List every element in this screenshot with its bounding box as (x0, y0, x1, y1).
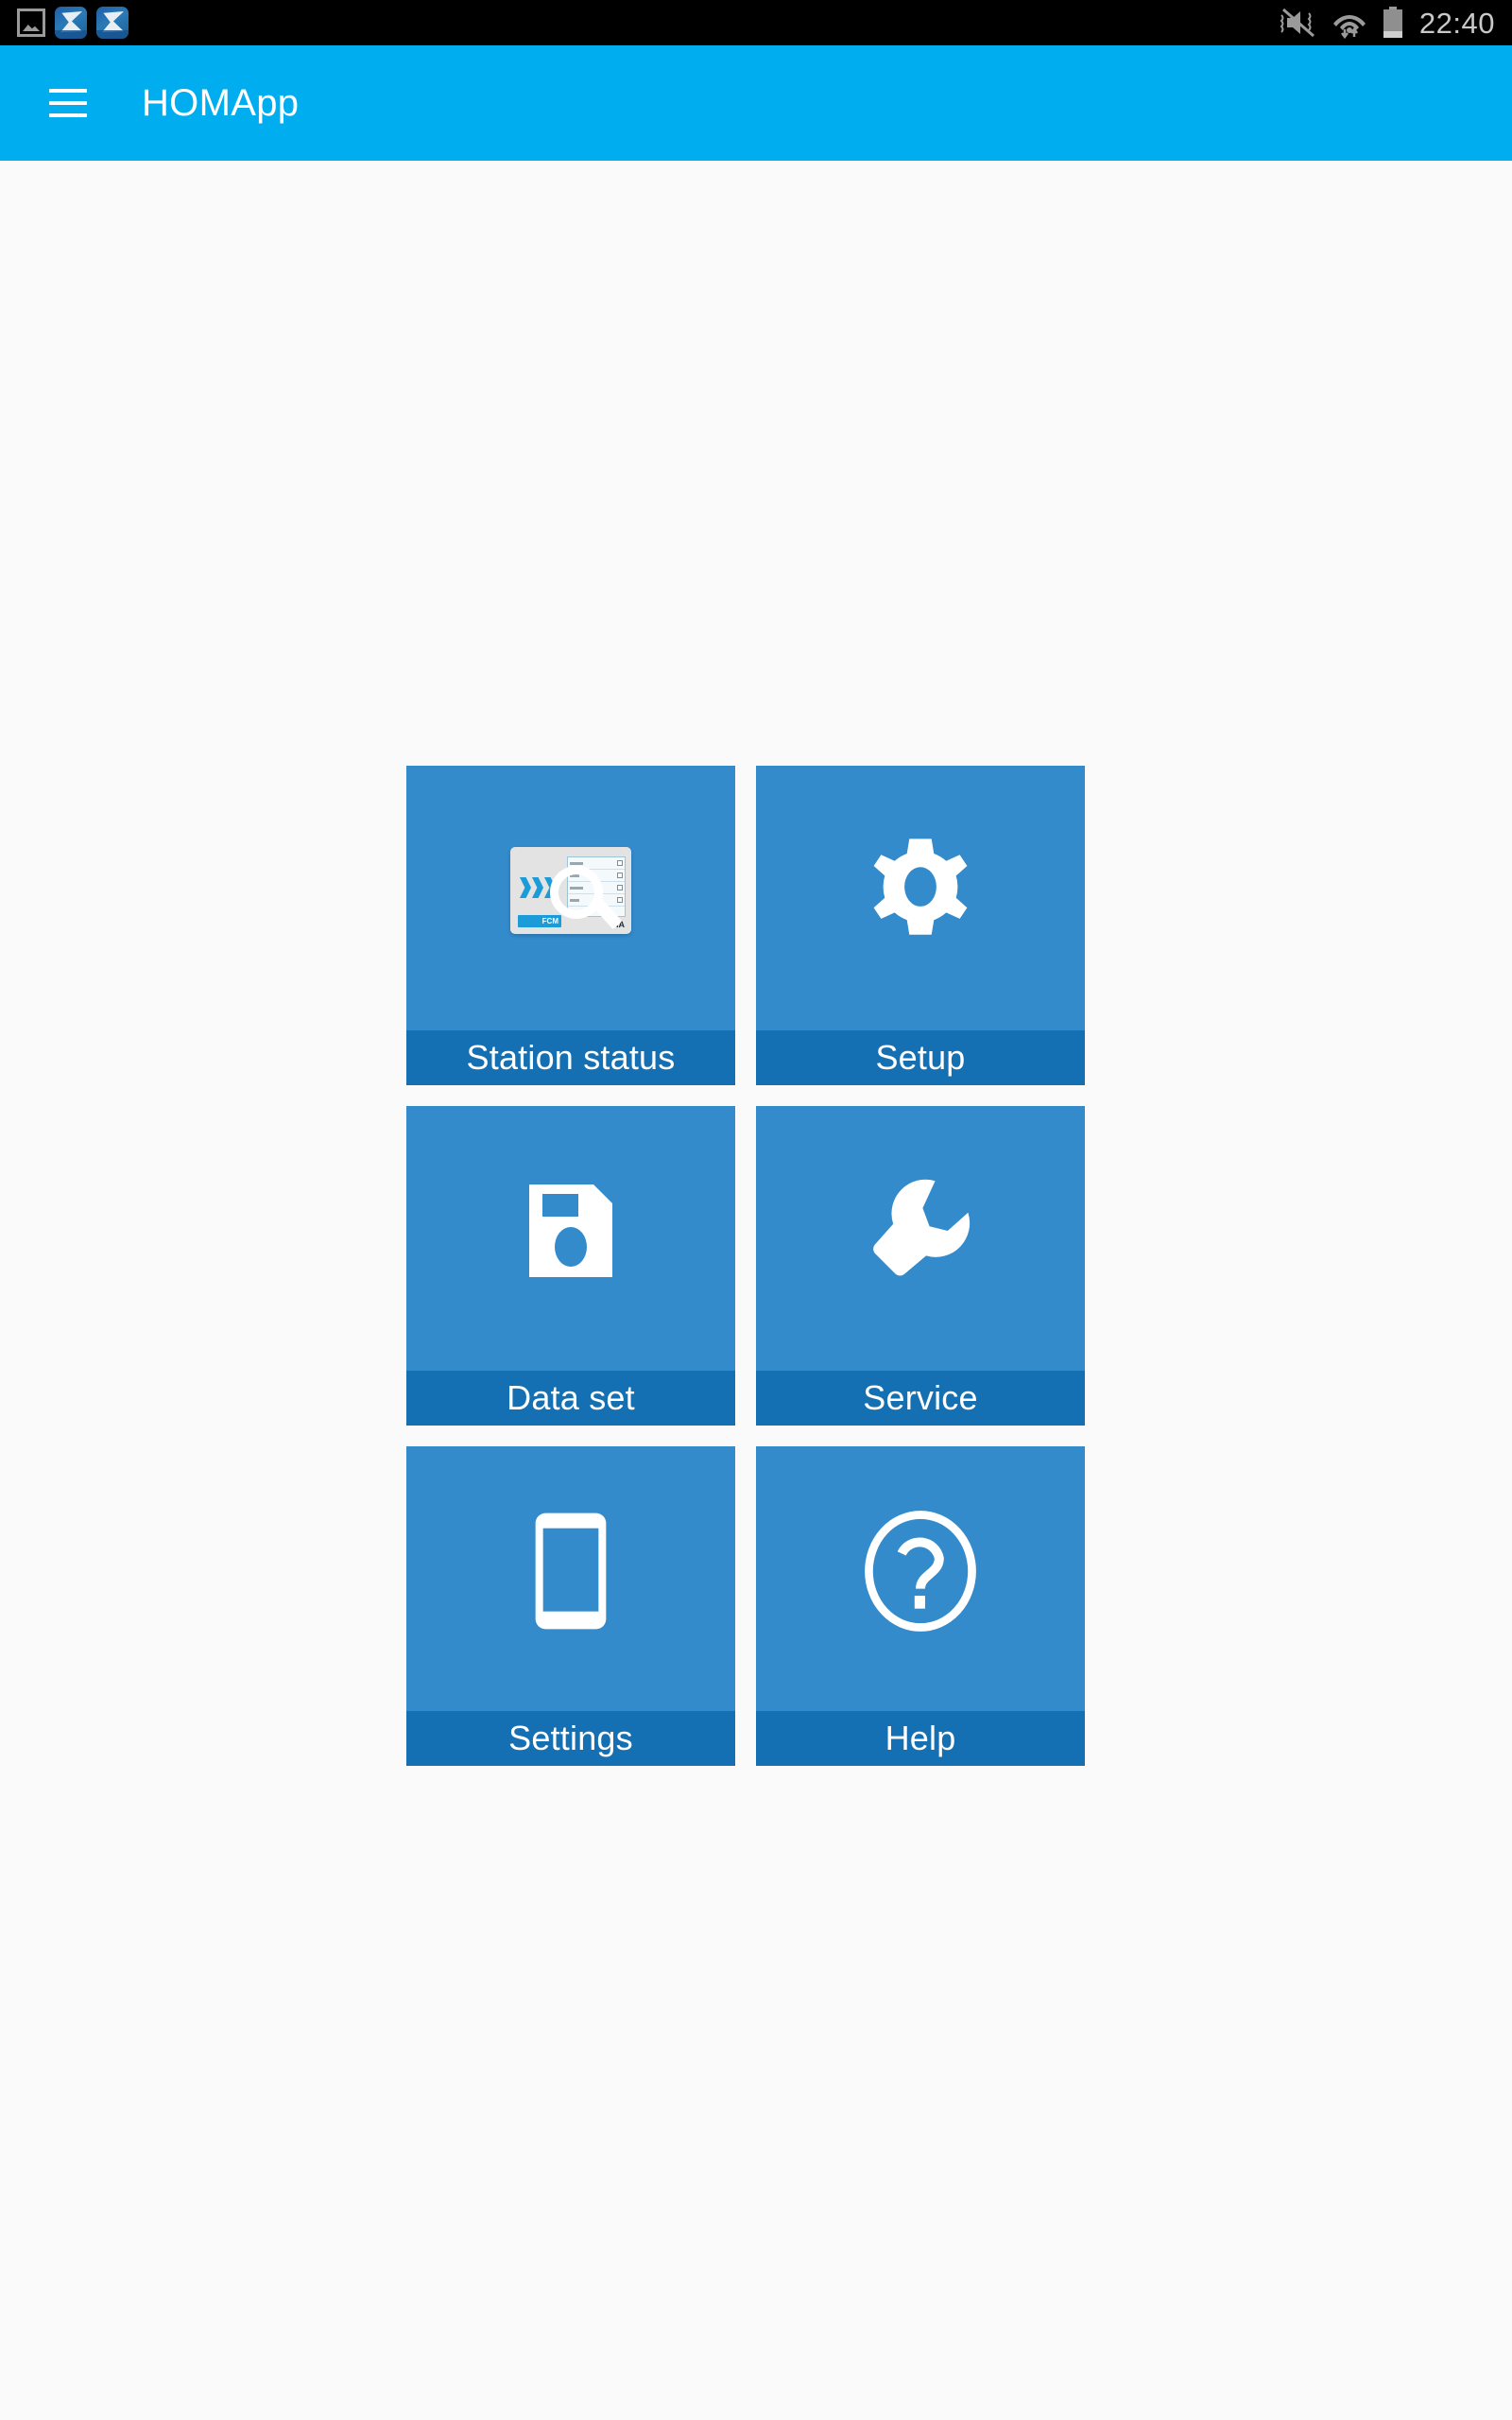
tile-label: Data set (406, 1371, 735, 1426)
magnifier-icon (550, 866, 623, 930)
tile-label: Service (756, 1371, 1085, 1426)
smartphone-icon (406, 1446, 735, 1711)
tile-service[interactable]: Service (756, 1106, 1085, 1426)
tile-label: Station status (406, 1030, 735, 1085)
tile-help[interactable]: Help (756, 1446, 1085, 1766)
station-status-icon: FCM HA (406, 766, 735, 1030)
app-notification-icon-1 (55, 7, 87, 39)
tile-data-set[interactable]: Data set (406, 1106, 735, 1426)
tile-label: Help (756, 1711, 1085, 1766)
menu-icon-bar (49, 101, 87, 105)
menu-icon-bar (49, 113, 87, 117)
tile-label: Settings (406, 1711, 735, 1766)
status-bar: 22:40 (0, 0, 1512, 45)
menu-icon-bar (49, 89, 87, 93)
battery-icon (1383, 7, 1402, 38)
wifi-icon (1332, 15, 1366, 39)
home-tile-grid: FCM HA Station status Setup (406, 766, 1106, 1787)
app-notification-icon-2 (96, 7, 129, 39)
app-title: HOMApp (142, 81, 300, 124)
app-bar: HOMApp (0, 45, 1512, 161)
status-bar-clock: 22:40 (1418, 6, 1495, 40)
tile-label: Setup (756, 1030, 1085, 1085)
wrench-icon (756, 1106, 1085, 1371)
tile-setup[interactable]: Setup (756, 766, 1085, 1085)
tile-settings[interactable]: Settings (406, 1446, 735, 1766)
sound-muted-icon (1280, 8, 1314, 38)
screenshot-notification-icon (17, 9, 45, 37)
status-bar-system-icons: 22:40 (1280, 7, 1495, 39)
tile-station-status[interactable]: FCM HA Station status (406, 766, 735, 1085)
question-mark-circle-icon (756, 1446, 1085, 1711)
floppy-disk-save-icon (406, 1106, 735, 1371)
menu-icon[interactable] (49, 89, 87, 117)
status-bar-notifications (17, 7, 129, 39)
gear-icon (756, 766, 1085, 1030)
